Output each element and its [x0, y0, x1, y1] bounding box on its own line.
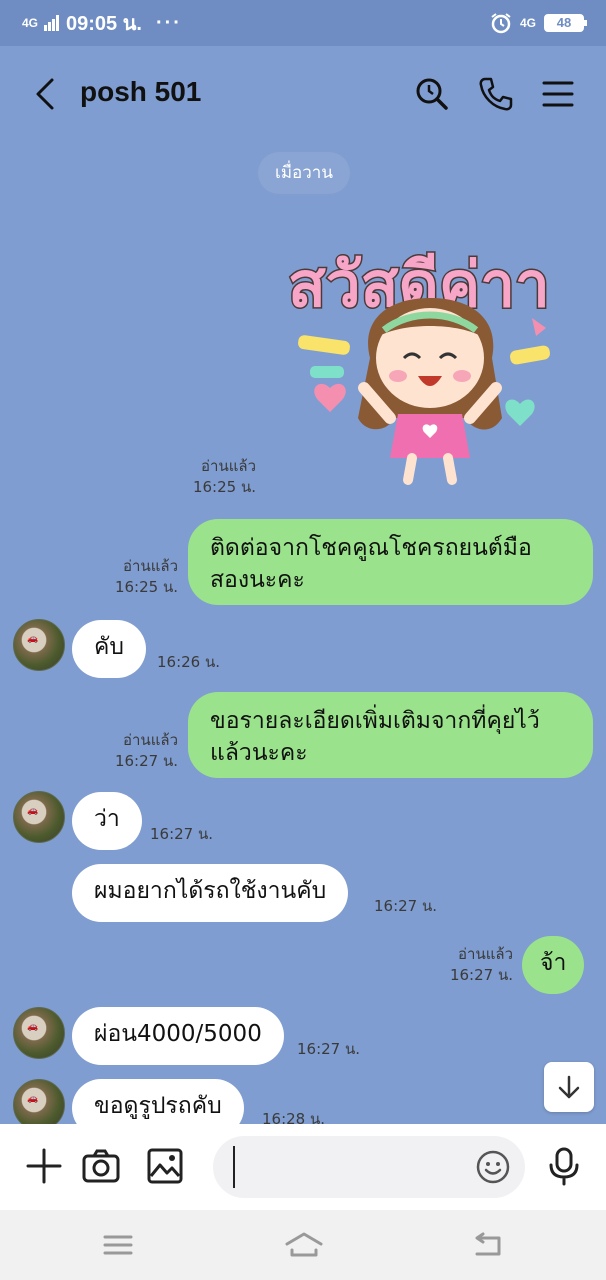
message-bubble-outgoing[interactable]: ขอรายละเอียดเพิ่มเติมจากที่คุยไว้ แล้วนะ…	[188, 692, 593, 778]
message-text: ว่า	[94, 806, 120, 832]
message-time: 16:27 น.	[374, 897, 438, 915]
message-text: ผมอยากได้รถใช้งานคับ	[94, 878, 327, 904]
message-bubble-incoming[interactable]: ผ่อน4000/5000	[72, 1007, 284, 1065]
sticker-image[interactable]: สวัสดีค่าา	[280, 218, 576, 494]
message-input[interactable]	[233, 1146, 473, 1188]
battery-indicator: 48	[544, 14, 587, 32]
clock: 09:05 น.	[66, 13, 142, 35]
chat-title: posh 501	[80, 76, 202, 107]
back-nav-icon[interactable]	[471, 1230, 505, 1260]
mic-icon[interactable]	[544, 1146, 584, 1186]
message-time: 16:27 น.	[150, 825, 214, 843]
message-time: 16:27 น.	[114, 752, 178, 770]
signal-icon	[44, 15, 60, 31]
message-text: แล้วนะคะ	[210, 740, 308, 766]
scroll-to-bottom-button[interactable]	[544, 1062, 594, 1112]
read-receipt: อ่านแล้ว	[123, 731, 178, 749]
back-icon[interactable]	[30, 76, 62, 112]
message-bubble-incoming[interactable]: ว่า	[72, 792, 142, 850]
read-receipt: อ่านแล้ว	[123, 557, 178, 575]
phone-icon[interactable]	[475, 74, 515, 114]
message-text: สองนะคะ	[210, 567, 305, 593]
message-bubble-outgoing[interactable]: จ้า	[522, 936, 585, 994]
chat-header: posh 501	[0, 46, 606, 142]
alarm-icon	[491, 13, 511, 34]
avatar[interactable]: 🚗	[13, 619, 65, 671]
message-text: ขอรายละเอียดเพิ่มเติมจากที่คุยไว้	[210, 708, 540, 734]
message-time: 16:26 น.	[157, 653, 221, 671]
arrow-down-icon	[558, 1075, 580, 1099]
message-text: ติดต่อจากโชคคูณโชครถยนต์มือ	[210, 535, 532, 561]
message-time: 16:28 น.	[262, 1110, 326, 1124]
chat-messages: เมื่อวาน สวัสดีค่าา อ่านแล้ว 16:25 น. อ่…	[0, 142, 606, 1124]
message-meta: อ่านแล้ว 16:25 น.	[102, 556, 178, 598]
status-bar: 4G 09:05 น. ··· 4G 48	[0, 0, 606, 46]
date-separator: เมื่อวาน	[258, 152, 350, 194]
message-field-container	[213, 1136, 525, 1198]
menu-icon[interactable]	[538, 74, 578, 114]
avatar[interactable]: 🚗	[13, 791, 65, 843]
message-meta: อ่านแล้ว 16:27 น.	[437, 944, 513, 986]
search-icon[interactable]	[412, 74, 452, 114]
more-notifications: ···	[155, 11, 182, 34]
avatar[interactable]: 🚗	[13, 1079, 65, 1124]
message-text: ขอดูรูปรถคับ	[94, 1093, 222, 1119]
camera-icon[interactable]	[81, 1146, 121, 1186]
message-bubble-incoming[interactable]: ผมอยากได้รถใช้งานคับ	[72, 864, 349, 922]
message-time: 16:27 น.	[297, 1040, 361, 1058]
message-time: 16:25 น.	[192, 478, 256, 496]
message-bubble-incoming[interactable]: ขอดูรูปรถคับ	[72, 1079, 244, 1124]
message-text: ผ่อน4000/5000	[94, 1021, 262, 1047]
avatar[interactable]: 🚗	[13, 1007, 65, 1059]
system-navigation-bar	[0, 1210, 606, 1280]
message-bubble-incoming[interactable]: คับ	[72, 620, 146, 678]
read-receipt: อ่านแล้ว	[458, 945, 513, 963]
plus-icon[interactable]	[24, 1146, 64, 1186]
message-time: 16:25 น.	[114, 578, 178, 596]
emoji-icon[interactable]	[475, 1149, 511, 1185]
network-indicator-left: 4G	[22, 16, 39, 30]
image-icon[interactable]	[145, 1146, 185, 1186]
network-indicator-right: 4G	[519, 16, 536, 30]
read-receipt: อ่านแล้ว	[201, 457, 256, 475]
message-input-bar	[0, 1124, 606, 1210]
message-text: คับ	[94, 634, 124, 660]
message-meta: อ่านแล้ว 16:27 น.	[102, 730, 178, 772]
recent-apps-icon[interactable]	[101, 1230, 135, 1260]
message-meta: อ่านแล้ว 16:25 น.	[180, 456, 256, 498]
message-bubble-outgoing[interactable]: ติดต่อจากโชคคูณโชครถยนต์มือ สองนะคะ	[188, 519, 593, 605]
message-time: 16:27 น.	[449, 966, 513, 984]
message-text: จ้า	[540, 950, 567, 976]
home-icon[interactable]	[284, 1230, 324, 1260]
